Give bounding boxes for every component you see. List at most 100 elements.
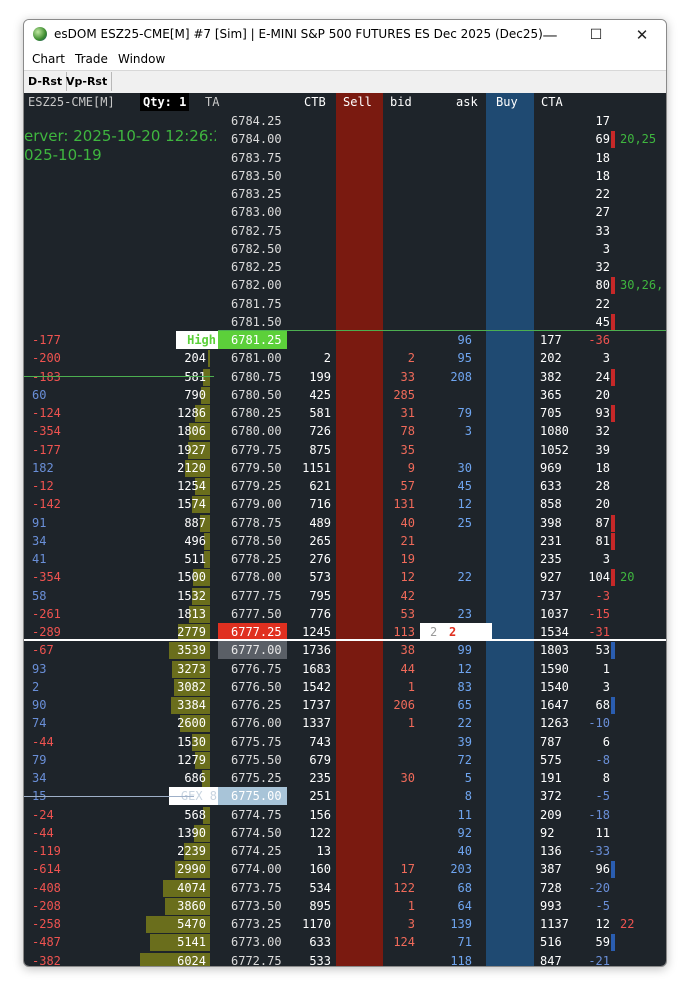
ladder-price[interactable]: 6773.50 [218, 897, 287, 915]
ladder-row[interactable]: -200 204 6781.00 2 2 95 202 3 [24, 349, 666, 368]
ladder-ask[interactable]: 12 [444, 660, 472, 678]
ladder-row[interactable]: -382 6024 6772.75 533 118 847 -21 [24, 952, 666, 966]
ladder-ask[interactable]: 65 [444, 696, 472, 714]
ladder-ask[interactable]: 8 [444, 787, 472, 805]
ladder-row[interactable]: -124 1286 6780.25 581 31 79 705 93 [24, 404, 666, 422]
ladder-row[interactable]: -208 3860 6773.50 895 1 64 993 -5 [24, 897, 666, 915]
ladder-ask[interactable]: 30 [444, 459, 472, 477]
ladder-price[interactable]: 6775.25 [218, 769, 287, 787]
ladder-row[interactable]: 74 2600 6776.00 1337 1 22 1263 -10 [24, 714, 666, 733]
ladder-row[interactable]: -177 High 6781.25 96 177 -36 [24, 331, 666, 349]
ladder-price[interactable]: 6779.75 [218, 441, 287, 459]
ladder-row[interactable]: 6783.50 18 [24, 167, 666, 185]
vp-rst-button[interactable]: Vp-Rst [62, 72, 113, 91]
ladder-row[interactable]: 90 3384 6776.25 1737 206 65 1647 68 [24, 696, 666, 714]
ladder-row[interactable]: 2 3082 6776.50 1542 1 83 1540 3 [24, 678, 666, 696]
ladder-ask[interactable]: 208 [444, 368, 472, 386]
ladder-ask[interactable]: 39 [444, 733, 472, 751]
ladder-bid[interactable]: 42 [385, 587, 415, 605]
ladder-row[interactable]: -354 1806 6780.00 726 78 3 1080 32 [24, 422, 666, 441]
ladder-price[interactable]: 6783.25 [218, 185, 287, 203]
ladder-price[interactable]: 6781.25 [218, 331, 287, 349]
ladder-price[interactable]: 6775.75 [218, 733, 287, 751]
ladder-price[interactable]: 6783.50 [218, 167, 287, 185]
ladder-bid[interactable]: 57 [385, 477, 415, 495]
ladder-price[interactable]: 6783.75 [218, 149, 287, 167]
ladder-ask[interactable]: 64 [444, 897, 472, 915]
ladder-price[interactable]: 6776.00 [218, 714, 287, 732]
ladder-bid[interactable]: 12 [385, 568, 415, 586]
ladder-row[interactable]: -119 2239 6774.25 13 40 136 -33 [24, 842, 666, 860]
ladder-row[interactable]: 6781.75 22 [24, 295, 666, 313]
ladder-price[interactable]: 6776.75 [218, 660, 287, 678]
ladder-bid[interactable]: 1 [385, 678, 415, 696]
ladder-price[interactable]: 6784.00 [218, 130, 287, 148]
ladder-price[interactable]: 6774.25 [218, 842, 287, 860]
ladder-row[interactable]: 6783.75 18 [24, 149, 666, 167]
ladder-ask[interactable]: 99 [444, 641, 472, 659]
ladder-price[interactable]: 6782.00 [218, 276, 287, 294]
ladder-price[interactable]: 6781.00 [218, 349, 287, 367]
ladder-bid[interactable]: 53 [385, 605, 415, 623]
ladder-bid[interactable]: 19 [385, 550, 415, 568]
ladder-row[interactable]: -44 1390 6774.50 122 92 92 11 [24, 824, 666, 842]
ladder-bid[interactable]: 124 [385, 933, 415, 951]
d-rst-button[interactable]: D-Rst [24, 72, 68, 91]
ladder-bid[interactable]: 1 [385, 714, 415, 732]
ladder-price[interactable]: 6776.25 [218, 696, 287, 714]
depth-of-market[interactable]: ESZ25-CME[M] Qty: 1 TA CTB Sell bid ask … [24, 93, 666, 966]
ladder-row[interactable]: 6782.50 3 [24, 240, 666, 258]
ladder-price[interactable]: 6780.25 [218, 404, 287, 422]
ladder-price[interactable]: 6777.50 [218, 605, 287, 623]
ladder-bid[interactable]: 44 [385, 660, 415, 678]
ladder-row[interactable]: 34 686 6775.25 235 30 5 191 8 [24, 769, 666, 787]
ladder-ask[interactable]: 72 [444, 751, 472, 769]
ladder-ask[interactable]: 40 [444, 842, 472, 860]
ladder-row[interactable]: 6782.00 80 30,26, [24, 276, 666, 295]
ladder-price[interactable]: 6775.00 [218, 787, 287, 806]
ladder-bid[interactable]: 131 [385, 495, 415, 513]
ladder-bid[interactable]: 17 [385, 860, 415, 878]
ladder-bid[interactable]: 3 [385, 915, 415, 933]
ladder-bid[interactable]: 1 [385, 897, 415, 915]
ladder-price[interactable]: 6782.25 [218, 258, 287, 276]
ladder-row[interactable]: -142 1574 6779.00 716 131 12 858 20 [24, 495, 666, 514]
ladder-price[interactable]: 6773.00 [218, 933, 287, 951]
ladder-row[interactable]: 6782.75 33 [24, 222, 666, 240]
ladder-price[interactable]: 6776.50 [218, 678, 287, 696]
ladder-ask[interactable]: 12 [444, 495, 472, 513]
ladder-price[interactable]: 6775.50 [218, 751, 287, 769]
ladder-price[interactable]: 6778.25 [218, 550, 287, 568]
ladder-ask[interactable]: 71 [444, 933, 472, 951]
ladder-row[interactable]: -44 1530 6775.75 743 39 787 6 [24, 733, 666, 751]
ladder-bid[interactable]: 9 [385, 459, 415, 477]
ladder-ask[interactable]: 95 [444, 349, 472, 367]
ladder-row[interactable]: 6784.25 17 [24, 112, 666, 130]
ladder-ask[interactable]: 139 [444, 915, 472, 933]
ladder-bid[interactable]: 21 [385, 532, 415, 550]
ladder-bid[interactable]: 38 [385, 641, 415, 659]
ladder-price[interactable]: 6779.25 [218, 477, 287, 495]
ladder-row[interactable]: -12 1254 6779.25 621 57 45 633 28 [24, 477, 666, 495]
ladder-price[interactable]: 6780.75 [218, 368, 287, 386]
ladder-ask[interactable]: 11 [444, 806, 472, 824]
ladder-row[interactable]: 93 3273 6776.75 1683 44 12 1590 1 [24, 660, 666, 678]
ladder-price[interactable]: 6783.00 [218, 203, 287, 221]
ladder-row[interactable]: 34 496 6778.50 265 21 231 81 [24, 532, 666, 550]
ladder-row[interactable]: -67 3539 6777.00 1736 38 99 1803 53 [24, 641, 666, 660]
ladder-ask[interactable]: 5 [444, 769, 472, 787]
ladder-price[interactable]: 6780.50 [218, 386, 287, 404]
ladder-row[interactable]: 60 790 6780.50 425 285 365 20 [24, 386, 666, 404]
ladder-ask[interactable]: 3 [444, 422, 472, 440]
ladder-bid[interactable]: 30 [385, 769, 415, 787]
ladder-row[interactable]: -487 5141 6773.00 633 124 71 516 59 [24, 933, 666, 952]
maximize-button[interactable]: ☐ [573, 20, 619, 50]
ladder-row[interactable]: 6783.25 22 [24, 185, 666, 203]
ladder-price[interactable]: 6779.50 [218, 459, 287, 477]
ladder-price[interactable]: 6777.75 [218, 587, 287, 605]
ladder-ask[interactable]: 22 [444, 714, 472, 732]
ladder-row[interactable]: 58 1532 6777.75 795 42 737 -3 [24, 587, 666, 605]
ladder-price[interactable]: 6781.75 [218, 295, 287, 313]
ladder-ask[interactable]: 92 [444, 824, 472, 842]
ladder-price[interactable]: 6782.50 [218, 240, 287, 258]
